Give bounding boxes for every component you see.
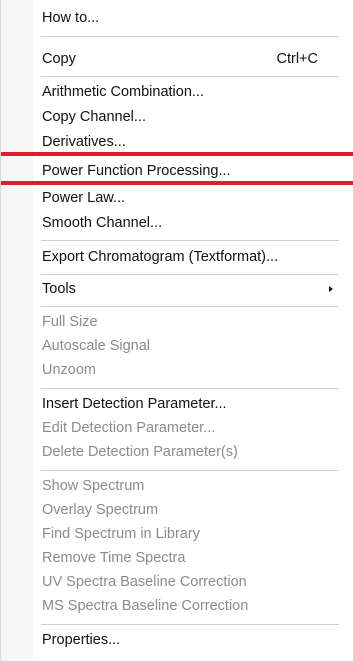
highlight-line-top <box>1 152 353 156</box>
menu-item-label: Show Spectrum <box>42 478 145 494</box>
menu-item-full-size[interactable]: Full Size <box>33 310 338 334</box>
menu-item-label: UV Spectra Baseline Correction <box>42 574 247 590</box>
menu-item-remove-time-spectra[interactable]: Remove Time Spectra <box>33 546 338 570</box>
menu-item-show-spectrum[interactable]: Show Spectrum <box>33 474 338 498</box>
submenu-arrow-icon <box>329 286 333 292</box>
menu-item-label: Properties... <box>42 632 121 648</box>
menu-item-unzoom[interactable]: Unzoom <box>33 358 338 382</box>
menu-item-power-function-processing[interactable]: Power Function Processing... <box>33 159 338 183</box>
menu-item-label: Full Size <box>42 314 98 330</box>
menu-item-label: Power Function Processing... <box>42 163 231 179</box>
menu-item-label: Insert Detection Parameter... <box>42 396 227 412</box>
menu-item-label: Smooth Channel... <box>42 215 163 231</box>
menu-item-copy[interactable]: Copy Ctrl+C <box>33 47 338 71</box>
menu-item-label: Copy <box>42 51 76 67</box>
menu-separator <box>41 274 339 275</box>
menu-item-label: Find Spectrum in Library <box>42 526 200 542</box>
menu-item-label: How to... <box>42 10 100 26</box>
menu-item-label: Power Law... <box>42 190 126 206</box>
menu-item-how-to[interactable]: How to... <box>33 6 338 30</box>
menu-item-tools[interactable]: Tools <box>33 277 338 301</box>
menu-item-copy-channel[interactable]: Copy Channel... <box>33 105 338 129</box>
menu-item-label: Autoscale Signal <box>42 338 151 354</box>
menu-separator <box>41 36 339 37</box>
menu-item-derivatives[interactable]: Derivatives... <box>33 130 338 154</box>
menu-separator <box>41 306 339 307</box>
menu-separator <box>41 240 339 241</box>
menu-separator <box>41 624 339 625</box>
menu-item-label: Unzoom <box>42 362 96 378</box>
copy-shortcut: Ctrl+C <box>276 51 319 67</box>
menu-item-overlay-spectrum[interactable]: Overlay Spectrum <box>33 498 338 522</box>
menu-item-label: Tools <box>42 281 76 297</box>
menu-item-autoscale-signal[interactable]: Autoscale Signal <box>33 334 338 358</box>
menu-item-properties[interactable]: Properties... <box>33 628 338 652</box>
menu-separator <box>41 470 339 471</box>
menu-item-power-law[interactable]: Power Law... <box>33 186 338 210</box>
menu-item-label: Derivatives... <box>42 134 126 150</box>
menu-item-export-chromatogram[interactable]: Export Chromatogram (Textformat)... <box>33 245 338 269</box>
menu-item-label: Export Chromatogram (Textformat)... <box>42 249 279 265</box>
menu-item-delete-detection-parameters[interactable]: Delete Detection Parameter(s) <box>33 440 338 464</box>
menu-item-label: Arithmetic Combination... <box>42 84 204 100</box>
menu-item-uv-spectra-baseline-correction[interactable]: UV Spectra Baseline Correction <box>33 570 338 594</box>
menu-item-label: Copy Channel... <box>42 109 146 125</box>
menu-item-label: Delete Detection Parameter(s) <box>42 444 238 460</box>
menu-item-label: MS Spectra Baseline Correction <box>42 598 249 614</box>
menu-item-smooth-channel[interactable]: Smooth Channel... <box>33 211 338 235</box>
menu-item-label: Overlay Spectrum <box>42 502 159 518</box>
menu-item-label: Remove Time Spectra <box>42 550 186 566</box>
menu-icon-gutter <box>1 0 33 661</box>
highlight-line-bottom <box>1 181 353 185</box>
menu-separator <box>41 76 339 77</box>
menu-item-find-spectrum-in-library[interactable]: Find Spectrum in Library <box>33 522 338 546</box>
menu-separator <box>41 388 339 389</box>
menu-item-arithmetic-combination[interactable]: Arithmetic Combination... <box>33 80 338 104</box>
menu-item-label: Edit Detection Parameter... <box>42 420 216 436</box>
menu-item-edit-detection-parameter[interactable]: Edit Detection Parameter... <box>33 416 338 440</box>
menu-item-ms-spectra-baseline-correction[interactable]: MS Spectra Baseline Correction <box>33 594 338 618</box>
menu-item-insert-detection-parameter[interactable]: Insert Detection Parameter... <box>33 392 338 416</box>
context-menu: How to... Copy Ctrl+C Arithmetic Combina… <box>0 0 353 661</box>
